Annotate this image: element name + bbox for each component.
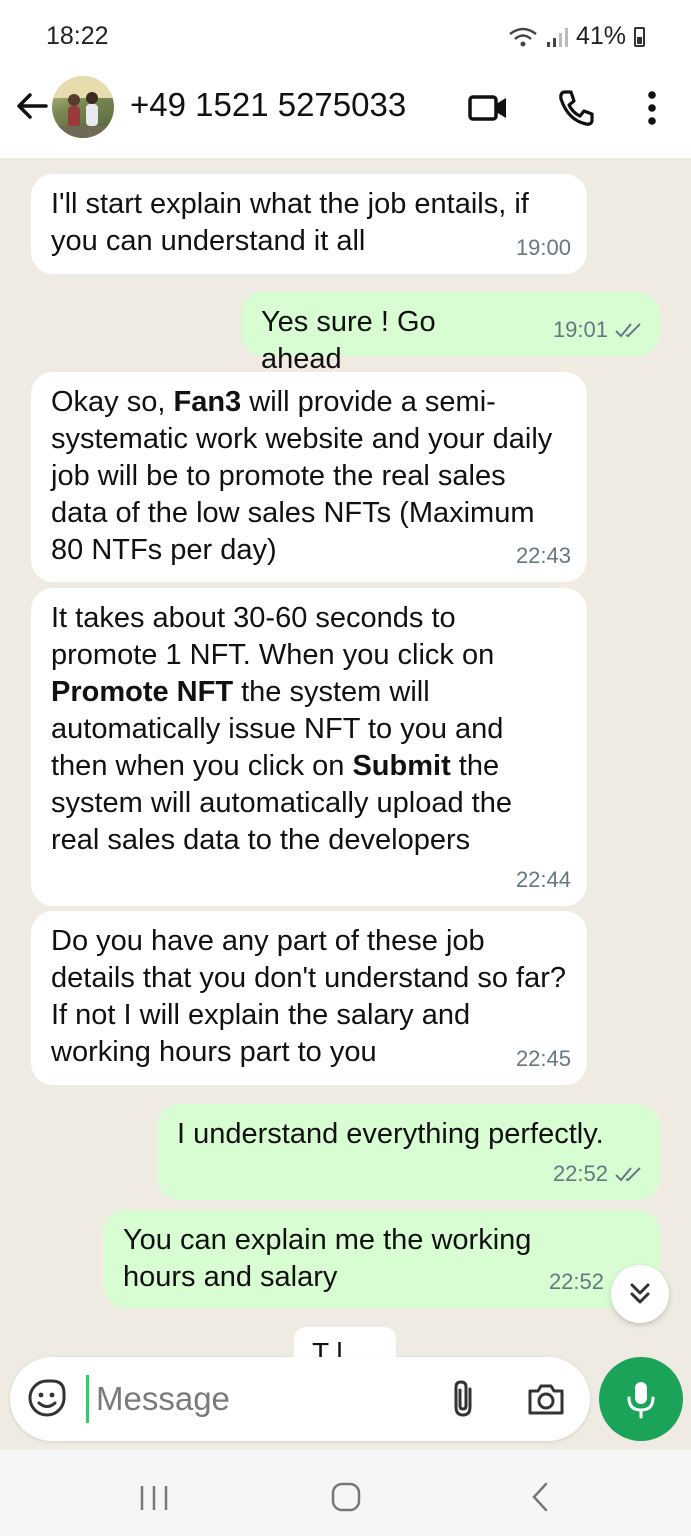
camera-icon[interactable] (524, 1377, 568, 1421)
message-text-bold: Submit (352, 750, 451, 782)
message-time: 22:45 (515, 1046, 571, 1071)
back-arrow-icon[interactable] (12, 86, 52, 126)
chevron-double-down-icon (630, 1283, 650, 1304)
voice-message-button[interactable] (599, 1357, 683, 1441)
message-outgoing[interactable]: I understand everything perfectly. 22:52 (157, 1104, 660, 1200)
attach-paperclip-icon[interactable] (442, 1377, 484, 1419)
read-ticks-icon (615, 322, 641, 337)
message-text: T l (312, 1337, 343, 1357)
avatar[interactable] (52, 76, 114, 138)
message-list[interactable]: I'll start explain what the job entails,… (0, 158, 691, 1350)
more-vertical-icon[interactable] (630, 86, 674, 130)
chat-header: +49 1521 5275033 (0, 72, 691, 158)
message-incoming[interactable]: Do you have any part of these job detail… (31, 911, 587, 1085)
message-incoming-partial: T l (294, 1327, 396, 1357)
message-text-part: It takes about 30-60 seconds to promote … (51, 602, 495, 671)
message-text: I understand everything perfectly. (177, 1118, 604, 1150)
message-incoming[interactable]: I'll start explain what the job entails,… (31, 174, 587, 274)
recent-apps-icon[interactable] (134, 1480, 174, 1516)
battery-icon (634, 26, 645, 47)
message-incoming[interactable]: It takes about 30-60 seconds to promote … (31, 588, 587, 906)
avatar-photo-icon (52, 76, 114, 138)
message-text: I'll start explain what the job entails,… (51, 188, 529, 257)
wifi-icon (509, 27, 537, 46)
message-text: It takes about 30-60 seconds to promote … (51, 600, 567, 859)
message-time: 22:43 (515, 543, 571, 568)
signal-icon (546, 27, 568, 47)
home-icon[interactable] (326, 1480, 366, 1516)
message-outgoing[interactable]: You can explain me the working hours and… (103, 1210, 660, 1308)
message-time: 22:44 (515, 867, 571, 892)
message-text-part: Okay so, (51, 386, 174, 418)
message-text-bold: Promote NFT (51, 676, 234, 708)
message-input[interactable] (96, 1373, 426, 1425)
system-nav-bar (0, 1450, 691, 1536)
message-outgoing[interactable]: Yes sure ! Go ahead 19:01 (241, 292, 660, 375)
contact-name[interactable]: +49 1521 5275033 (130, 86, 406, 124)
message-text: Okay so, Fan3 will provide a semi-system… (51, 384, 567, 569)
text-caret (86, 1375, 89, 1423)
message-time: 22:52 (548, 1269, 604, 1294)
message-composer (10, 1357, 590, 1441)
message-text: Do you have any part of these job detail… (51, 925, 566, 1068)
message-text-bold: Fan3 (173, 386, 242, 418)
read-ticks-icon (615, 1166, 641, 1181)
status-time: 18:22 (46, 22, 109, 50)
scroll-to-bottom-button[interactable] (611, 1265, 669, 1323)
phone-icon[interactable] (554, 86, 598, 130)
video-call-icon[interactable] (466, 86, 510, 130)
status-bar: 18:22 41% (0, 0, 691, 72)
message-incoming[interactable]: Okay so, Fan3 will provide a semi-system… (31, 372, 587, 582)
sticker-emoji-icon[interactable] (26, 1377, 68, 1419)
microphone-icon (627, 1382, 655, 1419)
battery-percent: 41% (575, 22, 626, 50)
status-right: 41% (508, 22, 645, 51)
nav-back-icon[interactable] (520, 1480, 560, 1516)
message-time: 19:01 (552, 317, 608, 342)
message-time: 19:00 (515, 235, 571, 260)
message-time: 22:52 (552, 1161, 608, 1186)
